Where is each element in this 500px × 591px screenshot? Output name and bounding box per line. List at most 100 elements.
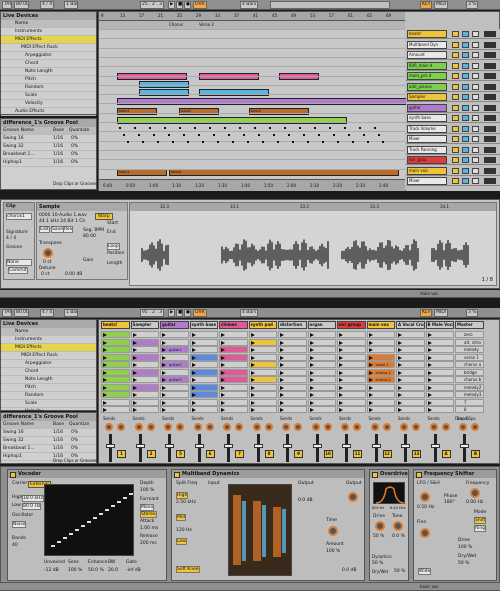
send-knob[interactable] — [370, 423, 379, 431]
vocoder-band-marker[interactable] — [51, 545, 55, 547]
clip-slot-filled[interactable] — [130, 338, 159, 346]
soft-knee-button[interactable]: Soft Knee — [176, 566, 200, 573]
vocoder-band-marker[interactable] — [87, 521, 91, 523]
track-header[interactable]: synth base — [406, 113, 500, 123]
track-activator[interactable] — [452, 157, 459, 163]
clip-slot-filled[interactable] — [101, 346, 130, 353]
key-map-button[interactable]: KEY — [420, 309, 432, 317]
commit-button[interactable]: Commit — [8, 267, 28, 274]
track-name[interactable]: Sampler — [407, 93, 447, 101]
clip-slot-filled[interactable] — [101, 361, 130, 368]
send-knob[interactable] — [471, 423, 479, 431]
browser-item[interactable]: Instruments — [1, 336, 96, 344]
groove-quantize[interactable]: 0% — [71, 151, 78, 158]
scene-launch[interactable]: bridge — [455, 368, 484, 376]
browser-item[interactable]: Chord — [1, 60, 96, 68]
filter-bw-value[interactable]: 6.40 kHz — [390, 506, 405, 510]
output-knob[interactable] — [348, 492, 358, 502]
midi-note[interactable] — [127, 141, 129, 143]
drive-value[interactable]: 50 % — [373, 534, 384, 539]
depth-value[interactable]: 100 % — [140, 488, 154, 493]
fader-cap[interactable] — [135, 444, 145, 448]
track-number-button[interactable]: B — [471, 450, 480, 458]
clip-slot-empty[interactable] — [160, 353, 189, 361]
track-number-button[interactable]: 9 — [294, 450, 303, 458]
track-activator[interactable] — [452, 62, 459, 69]
midi-note[interactable] — [198, 134, 200, 136]
track-name[interactable]: beats! — [407, 30, 447, 38]
session-track-header[interactable]: synth base — [189, 321, 218, 329]
groove-base[interactable]: 1/16 — [53, 151, 63, 158]
clip-slot-filled[interactable] — [101, 391, 130, 398]
send-knob[interactable] — [164, 423, 172, 431]
clip-slot-empty[interactable] — [278, 338, 307, 346]
master-output-value[interactable]: 0.0 dB — [342, 568, 357, 573]
record-button[interactable]: ● — [184, 1, 191, 9]
amount-value[interactable]: 100 % — [326, 549, 340, 554]
overview-strip[interactable] — [270, 1, 390, 9]
clip-slot-filled[interactable]: guitar3 — [160, 376, 189, 383]
clip-slot-empty[interactable] — [307, 391, 336, 398]
scene-launch[interactable]: 7 — [455, 398, 484, 406]
groove-row[interactable]: Swing 16 1/16 0% — [1, 429, 96, 437]
clip-slot-empty[interactable] — [160, 406, 189, 413]
browser-item[interactable]: Arpeggiator — [1, 52, 96, 60]
low-value[interactable]: 80.0 Hz — [22, 503, 42, 510]
tempo-field[interactable]: 80.00 — [14, 309, 29, 317]
clip-slot-empty[interactable] — [130, 346, 159, 353]
clip-slot-filled[interactable]: verse 1 — [366, 361, 395, 368]
enhance-value[interactable]: 50.0 % — [88, 568, 104, 573]
waveform[interactable] — [130, 211, 496, 281]
fader-cap[interactable] — [194, 444, 204, 448]
arm-button[interactable] — [472, 157, 479, 163]
solo-button[interactable] — [462, 83, 469, 90]
clip-slot-empty[interactable] — [307, 353, 336, 361]
midi-note[interactable] — [322, 141, 324, 143]
browser-item[interactable]: Pitch — [1, 384, 96, 392]
loop-button[interactable]: Loop — [107, 243, 120, 250]
vocoder-band-marker[interactable] — [63, 537, 67, 539]
clip-slot-empty[interactable] — [278, 376, 307, 383]
clip-slot-filled[interactable] — [189, 383, 218, 391]
play-button[interactable]: ▶ — [168, 309, 175, 317]
clip-slot-empty[interactable] — [425, 406, 454, 413]
vocoder-band-marker[interactable] — [105, 509, 109, 511]
scene-launch[interactable]: melody3 — [455, 391, 484, 398]
low-band-toggle[interactable]: Low — [176, 538, 187, 545]
track-name[interactable]: Track Volume — [407, 124, 447, 133]
track-activator[interactable] — [452, 73, 459, 79]
clip-slot-empty[interactable] — [337, 383, 366, 391]
groove-quantize[interactable]: 0% — [71, 143, 78, 150]
volume-fader[interactable] — [374, 434, 378, 462]
session-track-header[interactable]: distortion — [278, 321, 307, 329]
clip-slot-empty[interactable] — [307, 338, 336, 346]
clip-slot-empty[interactable] — [189, 376, 218, 383]
clip-slot-empty[interactable] — [248, 391, 277, 398]
signature-field[interactable]: 4 / 4 — [6, 236, 16, 241]
groove-base[interactable]: 1/16 — [53, 135, 63, 142]
clip-slot-empty[interactable] — [307, 383, 336, 391]
track-header[interactable]: Sampler — [406, 92, 500, 102]
midi-note[interactable] — [224, 127, 226, 129]
solo-button[interactable] — [462, 115, 469, 121]
track-header[interactable]: Multiband Dyn — [406, 40, 500, 50]
clip-slot-empty[interactable] — [396, 383, 425, 391]
clip-slot-empty[interactable] — [425, 353, 454, 361]
midi-note[interactable] — [277, 141, 279, 143]
clip-slot-filled[interactable]: guitar2 — [160, 361, 189, 368]
clip-slot-empty[interactable] — [189, 406, 218, 413]
track-number-button[interactable]: 5 — [176, 450, 185, 458]
solo-button[interactable] — [462, 73, 469, 79]
midi-note[interactable] — [262, 141, 264, 143]
send-knob[interactable] — [146, 423, 155, 431]
tempo-field[interactable]: 80.00 — [14, 1, 29, 9]
position-field[interactable]: 95 . 2 . 3 — [140, 309, 164, 317]
send-knob[interactable] — [205, 423, 214, 431]
fader-cap[interactable] — [106, 444, 115, 448]
track-header[interactable]: Track Panning — [406, 145, 500, 155]
clip-slot-empty[interactable] — [425, 398, 454, 406]
clip-slot-filled[interactable] — [101, 368, 130, 376]
send-knob[interactable] — [117, 423, 125, 431]
clip-slot-empty[interactable] — [396, 338, 425, 346]
sens-value[interactable]: 100 % — [68, 568, 82, 573]
